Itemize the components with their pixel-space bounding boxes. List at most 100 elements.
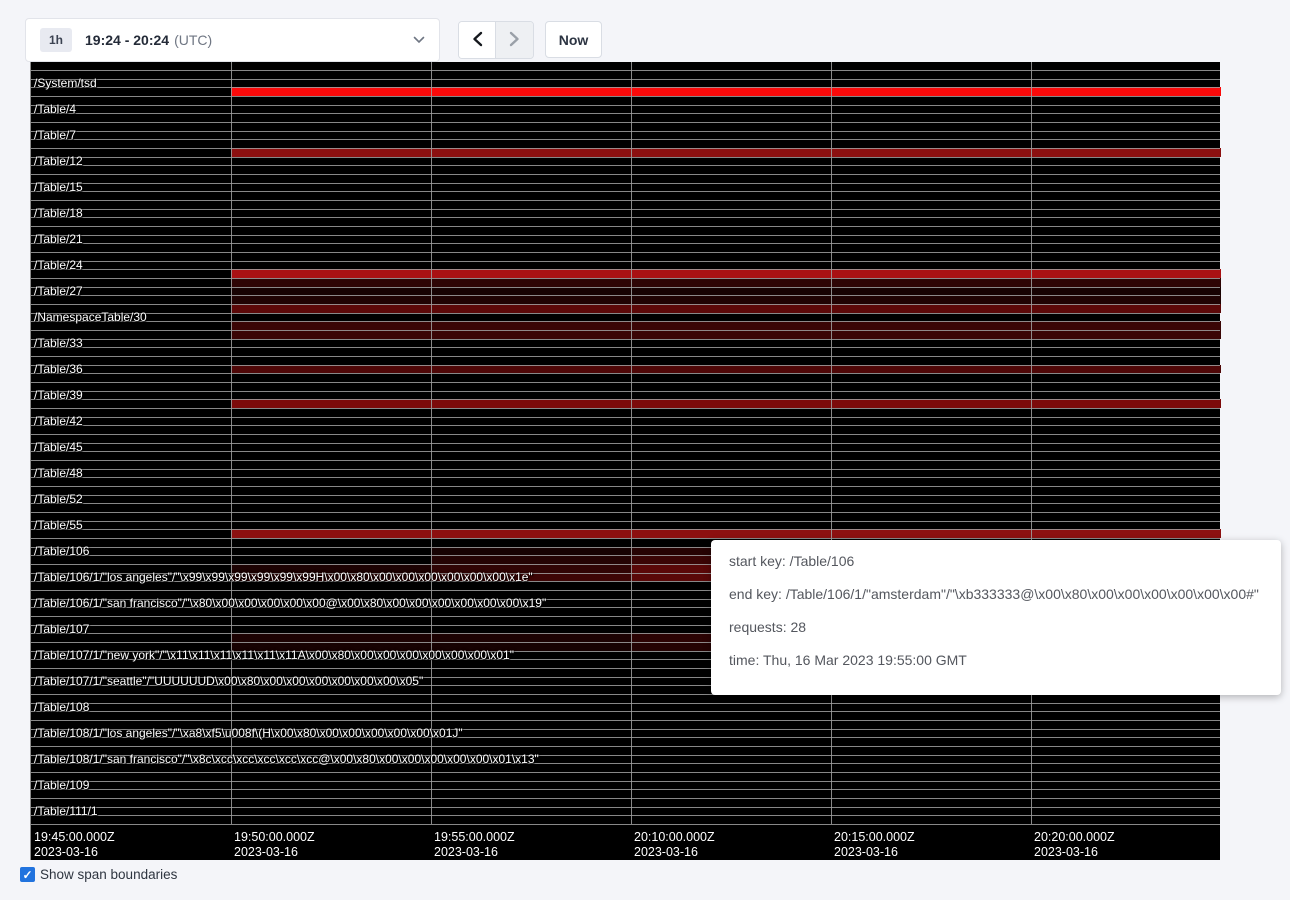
heatmap-row[interactable] <box>31 798 1220 807</box>
heatmap-row[interactable] <box>31 330 1220 339</box>
heatmap-cell[interactable] <box>1031 321 1221 330</box>
heatmap-row[interactable] <box>31 157 1220 166</box>
heatmap-cell[interactable] <box>231 555 431 564</box>
heatmap-cell[interactable] <box>631 529 831 538</box>
heatmap-cell[interactable] <box>231 330 431 339</box>
heatmap-row[interactable] <box>31 113 1220 122</box>
heatmap-cell[interactable] <box>831 529 1031 538</box>
heatmap-cell[interactable] <box>831 287 1031 296</box>
heatmap-row[interactable] <box>31 148 1220 157</box>
heatmap-cell[interactable] <box>831 269 1031 278</box>
heatmap-cell[interactable] <box>631 87 831 96</box>
heatmap-row[interactable] <box>31 139 1220 148</box>
heatmap-row[interactable] <box>31 287 1220 296</box>
heatmap-row[interactable] <box>31 460 1220 469</box>
heatmap-cell[interactable] <box>631 304 831 313</box>
heatmap-row[interactable] <box>31 443 1220 452</box>
heatmap-row[interactable] <box>31 382 1220 391</box>
heatmap-cell[interactable] <box>631 148 831 157</box>
heatmap-cell[interactable] <box>431 321 631 330</box>
heatmap-cell[interactable] <box>631 399 831 408</box>
heatmap-row[interactable] <box>31 96 1220 105</box>
heatmap-cell[interactable] <box>831 87 1031 96</box>
heatmap-cell[interactable] <box>831 304 1031 313</box>
heatmap-cell[interactable] <box>831 148 1031 157</box>
heatmap-row[interactable] <box>31 165 1220 174</box>
heatmap-row[interactable] <box>31 529 1220 538</box>
heatmap-cell[interactable] <box>1031 278 1221 287</box>
heatmap-row[interactable] <box>31 807 1220 816</box>
heatmap-cell[interactable] <box>631 295 831 304</box>
heatmap-row[interactable] <box>31 321 1220 330</box>
heatmap-row[interactable] <box>31 174 1220 183</box>
heatmap-cell[interactable] <box>431 304 631 313</box>
heatmap-cell[interactable] <box>231 295 431 304</box>
heatmap-cell[interactable] <box>431 399 631 408</box>
heatmap-cell[interactable] <box>1031 295 1221 304</box>
heatmap-row[interactable] <box>31 243 1220 252</box>
heatmap-cell[interactable] <box>431 365 631 374</box>
heatmap-row[interactable] <box>31 399 1220 408</box>
heatmap-row[interactable] <box>31 703 1220 712</box>
heatmap-row[interactable] <box>31 391 1220 400</box>
heatmap-row[interactable] <box>31 131 1220 140</box>
heatmap-cell[interactable] <box>231 304 431 313</box>
heatmap-row[interactable] <box>31 217 1220 226</box>
heatmap-row[interactable] <box>31 191 1220 200</box>
heatmap-cell[interactable] <box>831 278 1031 287</box>
heatmap-row[interactable] <box>31 789 1220 798</box>
heatmap-cell[interactable] <box>431 547 631 556</box>
heatmap-row[interactable] <box>31 365 1220 374</box>
heatmap-row[interactable] <box>31 694 1220 703</box>
heatmap-row[interactable] <box>31 356 1220 365</box>
heatmap-cell[interactable] <box>1031 399 1221 408</box>
heatmap-row[interactable] <box>31 512 1220 521</box>
heatmap-cell[interactable] <box>231 87 431 96</box>
heatmap-cell[interactable] <box>631 278 831 287</box>
heatmap-cell[interactable] <box>831 321 1031 330</box>
heatmap-row[interactable] <box>31 87 1220 96</box>
heatmap-row[interactable] <box>31 313 1220 322</box>
heatmap-cell[interactable] <box>431 295 631 304</box>
key-visualizer-canvas[interactable]: /System/tsd/Table/4/Table/7/Table/12/Tab… <box>30 62 1220 860</box>
heatmap-cell[interactable] <box>431 287 631 296</box>
heatmap-row[interactable] <box>31 503 1220 512</box>
heatmap-cell[interactable] <box>1031 87 1221 96</box>
heatmap-cell[interactable] <box>631 330 831 339</box>
heatmap-cell[interactable] <box>431 278 631 287</box>
heatmap-row[interactable] <box>31 339 1220 348</box>
heatmap-row[interactable] <box>31 252 1220 261</box>
heatmap-row[interactable] <box>31 226 1220 235</box>
heatmap-row[interactable] <box>31 451 1220 460</box>
now-button[interactable]: Now <box>545 21 602 58</box>
heatmap-row[interactable] <box>31 304 1220 313</box>
heatmap-cell[interactable] <box>1031 330 1221 339</box>
heatmap-row[interactable] <box>31 711 1220 720</box>
heatmap-cell[interactable] <box>831 295 1031 304</box>
heatmap-cell[interactable] <box>231 148 431 157</box>
heatmap-row[interactable] <box>31 425 1220 434</box>
heatmap-row[interactable] <box>31 486 1220 495</box>
heatmap-row[interactable] <box>31 373 1220 382</box>
heatmap-cell[interactable] <box>431 330 631 339</box>
heatmap-row[interactable] <box>31 105 1220 114</box>
heatmap-row[interactable] <box>31 495 1220 504</box>
heatmap-row[interactable] <box>31 434 1220 443</box>
heatmap-row[interactable] <box>31 781 1220 790</box>
heatmap-cell[interactable] <box>431 529 631 538</box>
heatmap-row[interactable] <box>31 269 1220 278</box>
heatmap-row[interactable] <box>31 209 1220 218</box>
heatmap-row[interactable] <box>31 200 1220 209</box>
heatmap-cell[interactable] <box>231 269 431 278</box>
heatmap-cell[interactable] <box>431 555 631 564</box>
heatmap-cell[interactable] <box>231 365 431 374</box>
heatmap-row[interactable] <box>31 295 1220 304</box>
heatmap-cell[interactable] <box>831 330 1031 339</box>
heatmap-cell[interactable] <box>831 365 1031 374</box>
heatmap-cell[interactable] <box>831 399 1031 408</box>
heatmap-row[interactable] <box>31 79 1220 88</box>
show-span-boundaries-checkbox[interactable]: ✓ <box>20 867 35 882</box>
heatmap-row[interactable] <box>31 122 1220 131</box>
heatmap-cell[interactable] <box>231 529 431 538</box>
heatmap-row[interactable] <box>31 278 1220 287</box>
